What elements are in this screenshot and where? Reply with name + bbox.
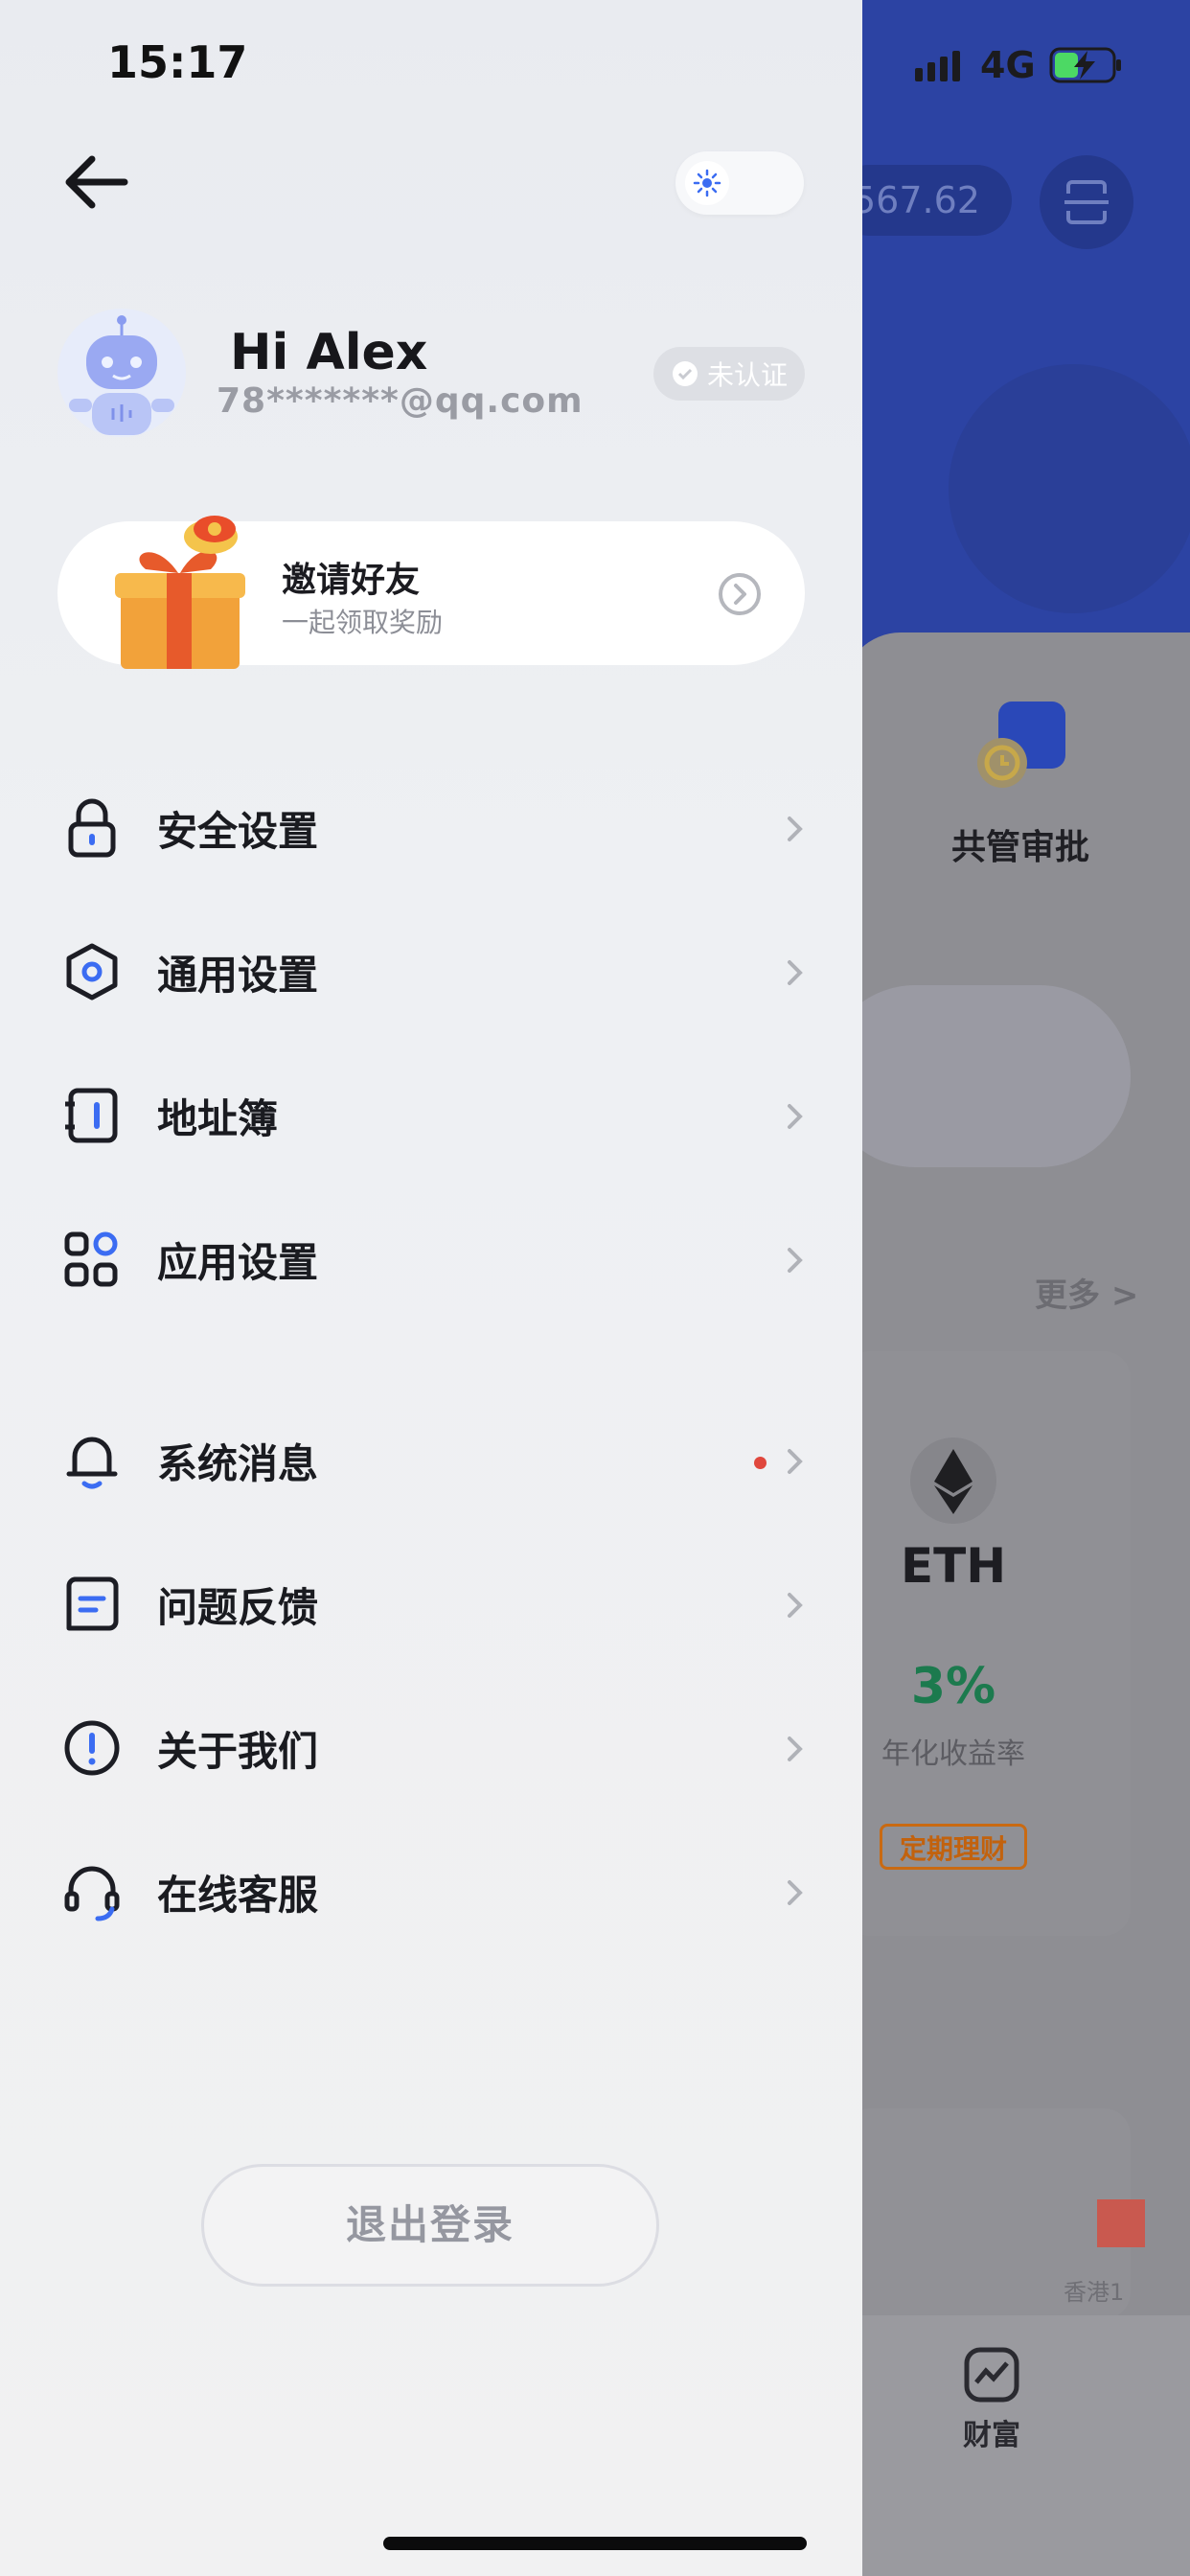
side-drawer: Hi Alex 78*******@qq.com 未认证 邀请好友 一起领取奖励: [0, 0, 862, 2576]
menu-label: 地址簿: [157, 1094, 279, 1142]
menu-item-system-messages[interactable]: 系统消息: [57, 1413, 805, 1508]
co-management-icon: [977, 702, 1065, 788]
menu-item-app-settings[interactable]: 应用设置: [57, 1211, 805, 1307]
invite-friends-banner[interactable]: 邀请好友 一起领取奖励: [57, 516, 805, 669]
back-arrow-icon[interactable]: [56, 144, 142, 220]
menu-label: 应用设置: [157, 1238, 319, 1286]
theme-toggle[interactable]: [675, 151, 804, 215]
chevron-right-icon: [788, 960, 803, 985]
headset-icon: [57, 1857, 126, 1926]
menu-label: 关于我们: [157, 1727, 319, 1775]
gift-icon: [115, 516, 245, 669]
more-link[interactable]: 更多 >: [1035, 1269, 1138, 1316]
menu-item-feedback[interactable]: 问题反馈: [57, 1556, 805, 1652]
wealth-tab-icon[interactable]: [963, 2346, 1020, 2404]
product-tag: 定期理财: [880, 1824, 1027, 1870]
chevron-right-icon: [788, 1248, 803, 1273]
chevron-right-icon: [788, 1104, 803, 1129]
product-coin: ETH: [900, 1538, 1007, 1594]
info-icon: [57, 1714, 126, 1782]
card2-label: 香港1: [1064, 2279, 1125, 2306]
menu-label: 系统消息: [157, 1439, 319, 1487]
menu-item-security[interactable]: 安全设置: [57, 780, 805, 876]
menu-label: 安全设置: [157, 807, 319, 855]
chevron-right-icon: [788, 1593, 803, 1618]
hk-flag-icon: [1097, 2199, 1145, 2247]
network-label: 4G: [980, 44, 1036, 86]
chevron-right-circle-icon: [719, 573, 761, 615]
chevron-right-icon: [788, 816, 803, 841]
co-management-label[interactable]: 共管审批: [920, 819, 1121, 869]
menu-item-online-support[interactable]: 在线客服: [57, 1844, 805, 1940]
verify-badge-label: 未认证: [706, 359, 788, 391]
avatar[interactable]: [57, 309, 186, 437]
scan-icon: [1064, 180, 1109, 224]
menu-label: 在线客服: [157, 1871, 319, 1919]
verify-status-badge[interactable]: 未认证: [653, 347, 805, 401]
greeting: Hi Alex: [230, 324, 428, 381]
menu-item-general-settings[interactable]: 通用设置: [57, 924, 805, 1020]
menu-label: 问题反馈: [157, 1583, 319, 1631]
status-indicators: 4G: [915, 44, 1124, 86]
invite-title: 邀请好友: [282, 561, 421, 600]
product-rate: 3%: [910, 1658, 996, 1715]
menu-item-address-book[interactable]: 地址簿: [57, 1068, 805, 1163]
invite-subtitle: 一起领取奖励: [282, 607, 444, 638]
robot-avatar-icon: [69, 315, 174, 435]
menu-label: 通用设置: [157, 951, 319, 999]
sun-icon: [685, 161, 729, 205]
check-circle-icon: [672, 361, 698, 386]
hexagon-settings-icon: [57, 937, 126, 1006]
unread-dot: [754, 1457, 767, 1469]
status-time: 15:17: [107, 36, 248, 88]
home-indicator[interactable]: [383, 2537, 807, 2550]
background-logo: [949, 364, 1190, 613]
cellular-signal-icon: [915, 51, 960, 81]
chevron-right-icon: [788, 1880, 803, 1905]
user-email: 78*******@qq.com: [217, 381, 584, 421]
eth-icon: [910, 1438, 996, 1524]
tab-wealth[interactable]: 财富: [949, 2411, 1035, 2453]
background-pill: [824, 985, 1131, 1167]
menu-item-about-us[interactable]: 关于我们: [57, 1700, 805, 1796]
address-book-icon: [57, 1081, 126, 1150]
chevron-right-icon: [788, 1736, 803, 1761]
product-rate-label: 年化收益率: [881, 1737, 1025, 1771]
scan-button[interactable]: [1040, 155, 1133, 249]
logout-button[interactable]: 退出登录: [201, 2164, 659, 2287]
bell-icon: [57, 1426, 126, 1495]
battery-charging-icon: [1049, 47, 1121, 83]
chevron-right-icon: [788, 1449, 803, 1474]
apps-grid-icon: [57, 1225, 126, 1294]
lock-icon: [57, 794, 126, 862]
feedback-icon: [57, 1570, 126, 1639]
